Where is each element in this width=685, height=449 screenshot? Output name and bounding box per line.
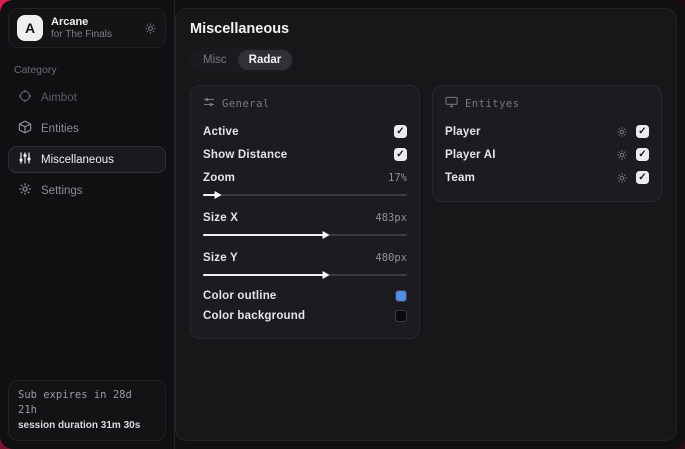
subscription-info-card: Sub expires in 28d 21h session duration …: [8, 380, 166, 441]
mini-sliders-icon: [203, 96, 215, 111]
team-gear-icon[interactable]: [616, 172, 628, 184]
app-name: Arcane: [51, 15, 89, 28]
sliders-icon: [18, 151, 32, 168]
general-panel: General Active Show Distance Zoom 17%: [190, 85, 420, 339]
toggle-row-show-distance: Show Distance: [203, 143, 407, 166]
entity-label: Player AI: [445, 148, 496, 161]
cube-icon: [18, 120, 32, 137]
sidebar-item-settings[interactable]: Settings: [8, 177, 166, 204]
tab-misc[interactable]: Misc: [192, 50, 238, 70]
app-logo: A: [17, 15, 43, 41]
account-card[interactable]: A Arcane for The Finals: [8, 8, 166, 48]
main-content: Miscellaneous Misc Radar General Active …: [175, 8, 677, 441]
color-background-swatch[interactable]: [395, 310, 407, 322]
tab-radar[interactable]: Radar: [237, 50, 293, 70]
app-subtitle: for The Finals: [51, 28, 112, 40]
general-panel-header: General: [203, 96, 407, 111]
session-duration-text: session duration 31m 30s: [18, 419, 141, 431]
category-label: Category: [14, 64, 57, 76]
show-distance-checkbox[interactable]: [394, 148, 407, 161]
size-x-slider[interactable]: [203, 230, 407, 240]
slider-row-zoom: Zoom 17%: [203, 166, 407, 189]
account-meta: Arcane for The Finals: [51, 16, 136, 40]
slider-row-size-y: Size Y 480px: [203, 246, 407, 269]
color-label: Color background: [203, 310, 306, 322]
slider-fill: [203, 234, 326, 236]
app-window: A Arcane for The Finals Category Aimbot …: [0, 0, 685, 449]
player-ai-checkbox[interactable]: [636, 148, 649, 161]
player-gear-icon[interactable]: [616, 126, 628, 138]
gear-icon: [18, 182, 32, 199]
entities-panel-title: Entityes: [465, 97, 520, 110]
sidebar-item-label: Aimbot: [41, 91, 77, 104]
sidebar-item-label: Settings: [41, 184, 83, 197]
sidebar-nav: Aimbot Entities Miscellaneous Settings: [8, 84, 166, 204]
general-panel-title: General: [222, 97, 270, 110]
slider-label: Zoom: [203, 171, 236, 184]
toggle-label: Active: [203, 125, 239, 138]
sidebar-item-aimbot[interactable]: Aimbot: [8, 84, 166, 111]
entities-panel-header: Entityes: [445, 96, 649, 111]
entity-label: Team: [445, 171, 475, 184]
panels-row: General Active Show Distance Zoom 17%: [190, 85, 662, 339]
player-checkbox[interactable]: [636, 125, 649, 138]
sidebar-item-entities[interactable]: Entities: [8, 115, 166, 142]
monitor-icon: [445, 96, 458, 111]
slider-thumb[interactable]: [322, 271, 330, 279]
sub-expires-text: Sub expires in 28d 21h: [18, 389, 132, 417]
account-gear-icon[interactable]: [144, 22, 157, 35]
slider-value: 480px: [375, 251, 407, 264]
slider-label: Size Y: [203, 251, 238, 264]
toggle-label: Show Distance: [203, 148, 288, 161]
slider-track: [203, 194, 407, 196]
slider-value: 483px: [375, 211, 407, 224]
size-y-slider[interactable]: [203, 270, 407, 280]
zoom-slider[interactable]: [203, 190, 407, 200]
entity-label: Player: [445, 125, 481, 138]
color-outline-swatch[interactable]: [395, 290, 407, 302]
crosshair-icon: [18, 89, 32, 106]
entity-row-player: Player: [445, 120, 649, 143]
entities-panel: Entityes Player P: [432, 85, 662, 202]
entity-row-player-ai: Player AI: [445, 143, 649, 166]
slider-thumb[interactable]: [214, 191, 222, 199]
color-row-outline: Color outline: [203, 286, 407, 306]
tab-bar: Misc Radar: [190, 48, 295, 72]
sidebar-item-miscellaneous[interactable]: Miscellaneous: [8, 146, 166, 173]
color-row-background: Color background: [203, 306, 407, 326]
sidebar: A Arcane for The Finals Category Aimbot …: [0, 0, 175, 449]
active-checkbox[interactable]: [394, 125, 407, 138]
slider-row-size-x: Size X 483px: [203, 206, 407, 229]
page-title: Miscellaneous: [190, 21, 290, 37]
sidebar-item-label: Entities: [41, 122, 79, 135]
team-checkbox[interactable]: [636, 171, 649, 184]
slider-value: 17%: [388, 171, 407, 184]
player-ai-gear-icon[interactable]: [616, 149, 628, 161]
slider-thumb[interactable]: [322, 231, 330, 239]
entity-row-team: Team: [445, 166, 649, 189]
toggle-row-active: Active: [203, 120, 407, 143]
slider-fill: [203, 274, 326, 276]
slider-label: Size X: [203, 211, 239, 224]
sidebar-item-label: Miscellaneous: [41, 153, 114, 166]
color-label: Color outline: [203, 290, 277, 302]
